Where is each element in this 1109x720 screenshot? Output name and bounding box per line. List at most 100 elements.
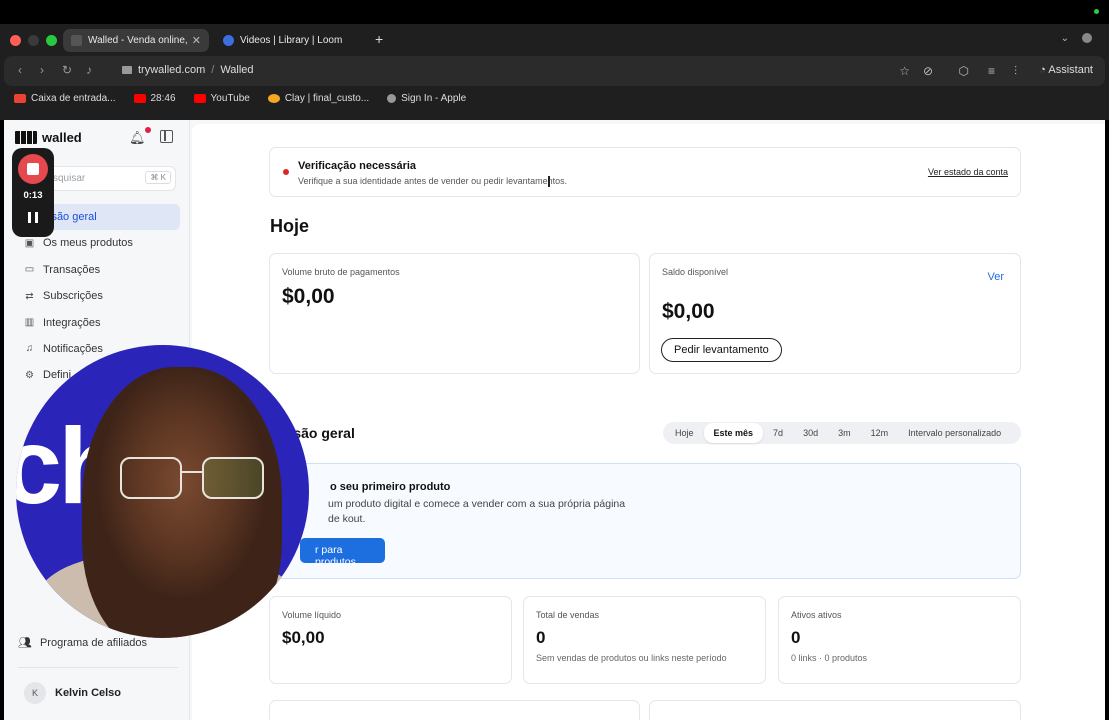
gross-volume-card: Volume bruto de pagamentos $0,00 <box>269 253 640 374</box>
window-controls <box>10 35 57 46</box>
range-7d[interactable]: 7d <box>763 423 793 443</box>
gmail-icon <box>14 94 26 103</box>
list-icon[interactable]: ≡ <box>988 64 995 78</box>
balance-value: $0,00 <box>662 300 715 323</box>
bookmark-label: Clay | final_custo... <box>284 93 370 104</box>
minimize-window-button[interactable] <box>28 35 39 46</box>
gross-volume-label: Volume bruto de pagamentos <box>282 267 400 277</box>
extensions-icon[interactable]: ⬡ <box>959 64 969 78</box>
bookmark-label: 28:46 <box>150 93 176 104</box>
range-12m[interactable]: 12m <box>861 423 899 443</box>
range-this-month[interactable]: Este mês <box>703 423 764 443</box>
tab-loom[interactable]: Videos | Library | Loom <box>215 29 361 52</box>
new-tab-icon[interactable]: + <box>375 31 383 47</box>
stat-label: Ativos ativos <box>791 610 842 620</box>
star-icon[interactable]: ☆ <box>899 64 910 78</box>
recording-controls: 0:13 <box>12 148 54 237</box>
view-balance-link[interactable]: Ver <box>987 271 1004 283</box>
menu-bar <box>0 0 1109 24</box>
today-heading: Hoje <box>270 216 310 236</box>
go-to-products-button[interactable]: r para produtos <box>300 538 385 568</box>
chart-icon: ▥ <box>24 317 35 329</box>
close-window-button[interactable] <box>10 35 21 46</box>
avatar: K <box>24 682 46 704</box>
active-assets-card: Ativos ativos 0 0 links · 0 produtos <box>778 596 1021 684</box>
sidebar-item-label: Integrações <box>43 316 101 329</box>
brand-name: walled <box>42 130 82 145</box>
brand[interactable]: walled <box>15 130 82 145</box>
verification-title: Verificação necessária <box>298 160 417 172</box>
pause-icon[interactable] <box>28 212 38 223</box>
bookmark-gmail[interactable]: Caixa de entrada... <box>14 93 116 104</box>
bookmark-clay[interactable]: Clay | final_custo... <box>267 93 370 104</box>
assistant-button[interactable]: ◔ Assistant <box>1039 64 1093 76</box>
text-cursor-icon <box>548 176 550 187</box>
bookmark-youtube-video[interactable]: 28:46 <box>133 93 176 104</box>
first-product-promo: o seu primeiro produto um produto digita… <box>269 463 1021 579</box>
tab-walled[interactable]: Walled - Venda online, re ✕ <box>63 29 209 52</box>
balance-label: Saldo disponível <box>662 267 729 277</box>
reload-icon[interactable]: ↻ <box>62 63 72 77</box>
gear-icon: ⚙ <box>25 369 34 381</box>
url-separator: / <box>211 64 215 76</box>
promo-description: um produto digital e comece a vender com… <box>328 498 626 525</box>
youtube-icon <box>133 94 146 103</box>
url-field[interactable]: trywalled.com / Walled <box>122 64 254 76</box>
withdraw-button[interactable]: Pedir levantamento <box>661 338 782 362</box>
sidebar-item-integrations[interactable]: ▥ Integrações <box>16 310 180 336</box>
back-icon[interactable]: ‹ <box>18 63 22 77</box>
collapse-sidebar-icon[interactable] <box>160 130 173 143</box>
link-icon[interactable]: ⊘ <box>923 64 933 78</box>
stop-recording-button[interactable] <box>18 154 48 184</box>
forward-icon[interactable]: › <box>40 63 44 77</box>
bookmark-label: Sign In - Apple <box>401 93 467 104</box>
audio-icon[interactable]: ⫶ <box>1014 64 1017 79</box>
bookmark-label: Caixa de entrada... <box>31 93 116 104</box>
sidebar-item-label: Subscrições <box>43 290 103 303</box>
alert-dot-icon <box>283 169 289 175</box>
webcam-bubble[interactable]: chq <box>16 345 309 638</box>
bookmark-youtube[interactable]: YouTube <box>193 93 250 104</box>
sidebar-item-label: Os meus produtos <box>43 237 133 250</box>
users-icon: 👥︎ <box>18 637 32 649</box>
range-3m[interactable]: 3m <box>828 423 861 443</box>
divider <box>18 667 178 668</box>
webcam-glasses <box>120 457 270 503</box>
range-today[interactable]: Hoje <box>665 423 704 443</box>
repeat-icon: ⇄ <box>25 290 34 302</box>
assistant-label: Assistant <box>1048 64 1093 76</box>
notifications-button[interactable]: 🔔︎ <box>129 127 151 146</box>
apple-icon <box>387 94 397 103</box>
account-status-link[interactable]: Ver estado da conta <box>928 167 1008 177</box>
box-icon: ▣ <box>24 237 35 249</box>
close-tab-icon[interactable]: ✕ <box>192 34 201 47</box>
chevron-down-icon[interactable]: ⌄ <box>1061 33 1069 44</box>
loom-favicon-icon <box>223 35 234 46</box>
range-custom[interactable]: Intervalo personalizado <box>898 423 1011 443</box>
site-icon <box>122 66 132 74</box>
sidebar-item-label: Notificações <box>43 342 103 355</box>
zoom-window-button[interactable] <box>46 35 57 46</box>
sidebar-item-subscriptions[interactable]: ⇄ Subscrições <box>16 283 180 309</box>
user-name: Kelvin Celso <box>55 687 122 699</box>
youtube-icon <box>193 94 206 103</box>
clay-icon <box>267 94 280 103</box>
sidebar-item-label: isão geral <box>49 211 97 223</box>
card-icon: ▭ <box>24 264 35 276</box>
sidebar-item-transactions[interactable]: ▭ Transações <box>16 257 180 283</box>
url-domain: trywalled.com <box>138 64 206 76</box>
user-menu[interactable]: K Kelvin Celso <box>24 682 121 704</box>
bookmark-apple[interactable]: Sign In - Apple <box>387 93 466 104</box>
microphone-icon[interactable]: ♪ <box>86 63 92 77</box>
gross-volume-value: $0,00 <box>282 285 335 308</box>
date-range-selector: Hoje Este mês 7d 30d 3m 12m Intervalo pe… <box>663 422 1021 444</box>
notification-badge <box>144 127 151 133</box>
net-volume-card: Volume líquido $0,00 <box>269 596 512 684</box>
lower-card-right <box>649 700 1021 720</box>
range-30d[interactable]: 30d <box>793 423 828 443</box>
total-sales-card: Total de vendas 0 Sem vendas de produtos… <box>523 596 766 684</box>
lower-card-left <box>269 700 640 720</box>
recording-time: 0:13 <box>23 190 43 201</box>
stat-label: Total de vendas <box>536 610 600 620</box>
profile-icon[interactable] <box>1082 33 1092 43</box>
